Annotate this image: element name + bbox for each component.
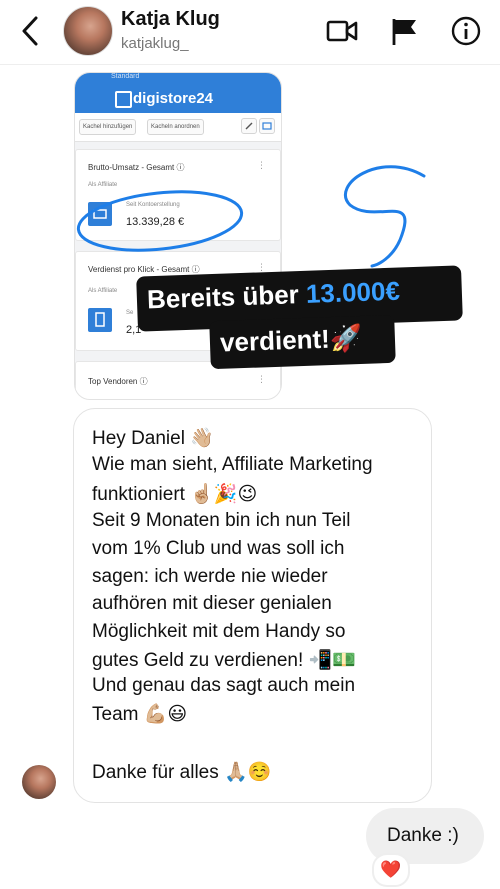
panel-title: Verdienst pro Klick - Gesamt ⓘ [88,265,200,274]
message-line: aufhören mit dieser genialen [92,593,332,614]
message-line: Wie man sieht, Affiliate Marketing [92,454,373,475]
gross-revenue-panel: Brutto-Umsatz - Gesamt ⓘ ⋮ Als Affiliate… [75,149,281,241]
edit-icon [241,118,257,134]
message-line: Team 💪🏼😃 [92,704,188,725]
add-tile-button: Kachel hinzufügen [79,119,137,135]
more-icon: ⋮ [257,160,266,170]
wallet-icon [88,202,112,226]
sticker-highlight: 13.000€ [305,275,401,309]
arrange-tiles-button: Kacheln anordnen [147,119,204,135]
message-line: gutes Geld zu verdienen! 📲💵 [92,650,356,671]
panel-title: Top Vendoren ⓘ [88,377,148,386]
message-line: funktioniert ☝🏼🎉😉 [92,484,258,505]
panel-title: Brutto-Umsatz - Gesamt ⓘ [88,163,185,172]
tab-text: Standard [111,73,140,80]
info-icon[interactable] [450,16,482,46]
header-divider [0,64,500,65]
panel-label: Seit Kontoerstellung [126,202,180,208]
contact-handle[interactable]: katjaklug_ [121,35,189,52]
message-line: Und genau das sagt auch mein [92,675,356,696]
video-camera-icon[interactable] [326,16,358,46]
message-line: sagen: ich werde nie wieder [92,566,328,587]
sticker-text-line2: verdient!🚀 [219,322,363,358]
document-icon [88,308,112,332]
message-line: Seit 9 Monaten bin ich nun Teil [92,510,351,531]
message-line: Möglichkeit mit dem Handy so [92,621,346,642]
panel-subtitle: Als Affiliate [88,288,118,294]
digistore-logo: digistore24 [133,90,214,107]
panel-value: 13.339,28 € [126,216,185,228]
avatar[interactable] [63,6,113,56]
chevron-left-icon[interactable] [16,14,46,48]
sticker-prefix: Bereits über [146,278,307,315]
heart-reaction-icon[interactable]: ❤️ [372,853,410,887]
sender-avatar[interactable] [22,765,56,799]
reply-text: Danke :) [387,825,459,846]
digistore-header: Standard digistore24 [75,73,281,113]
more-icon: ⋮ [257,374,266,384]
chat-header: Katja Klug katjaklug_ [0,0,500,62]
dashboard-toolbar: Kachel hinzufügen Kacheln anordnen [75,113,281,142]
contact-name[interactable]: Katja Klug [121,8,220,31]
message-line: Danke für alles 🙏🏼☺️ [92,762,272,783]
message-line: vom 1% Club und was soll ich [92,538,345,559]
panel-subtitle: Als Affiliate [88,182,118,188]
digistore-logo-icon [115,91,132,108]
view-icon [259,118,275,134]
message-line: Hey Daniel 👋🏼 [92,428,214,449]
panel-label: Se [126,310,134,316]
flag-icon[interactable] [390,16,422,46]
